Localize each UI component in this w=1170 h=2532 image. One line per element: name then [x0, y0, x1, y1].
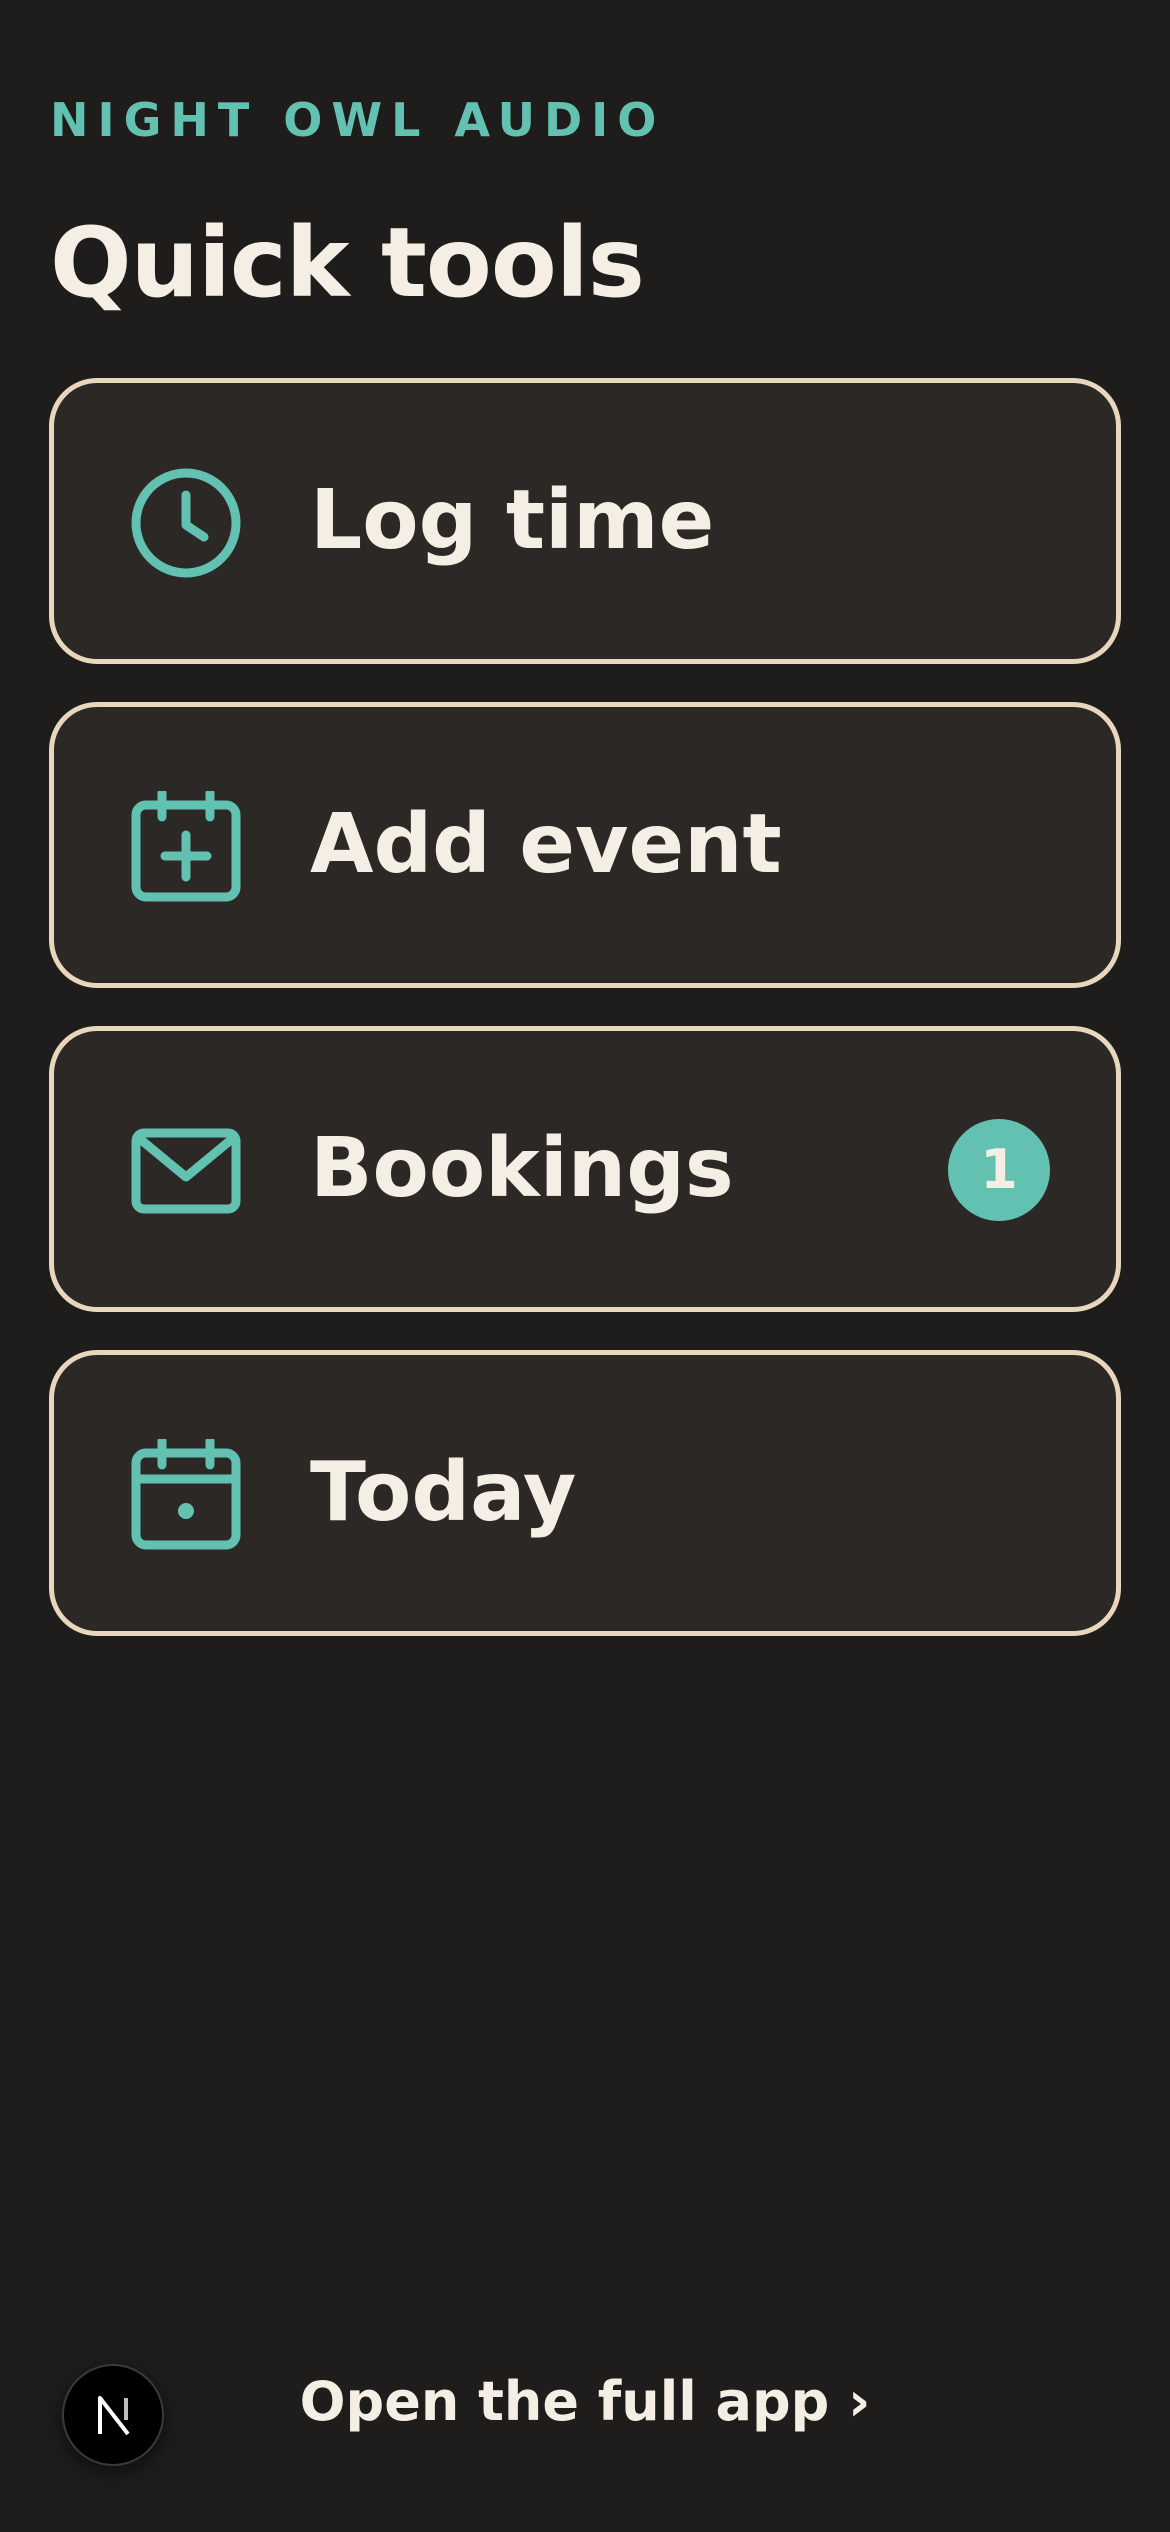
mail-icon: [131, 1128, 241, 1214]
quick-tools-list: Log time Add event Bookings 1 Today: [49, 378, 1121, 1674]
today-button[interactable]: Today: [49, 1350, 1121, 1636]
open-full-app-link[interactable]: Open the full app ›: [0, 2366, 1170, 2438]
add-event-button[interactable]: Add event: [49, 702, 1121, 988]
log-time-button[interactable]: Log time: [49, 378, 1121, 664]
log-time-label: Log time: [310, 473, 715, 568]
calendar-today-icon: [131, 1439, 241, 1550]
clock-icon: [131, 468, 241, 578]
page-title: Quick tools: [50, 207, 645, 319]
brand-name: NIGHT OWL AUDIO: [50, 93, 666, 147]
bookings-button[interactable]: Bookings 1: [49, 1026, 1121, 1312]
today-label: Today: [310, 1445, 577, 1540]
bookings-label: Bookings: [310, 1121, 734, 1216]
calendar-plus-icon: [131, 791, 241, 902]
add-event-label: Add event: [310, 797, 782, 892]
bookings-count-badge: 1: [948, 1119, 1050, 1221]
